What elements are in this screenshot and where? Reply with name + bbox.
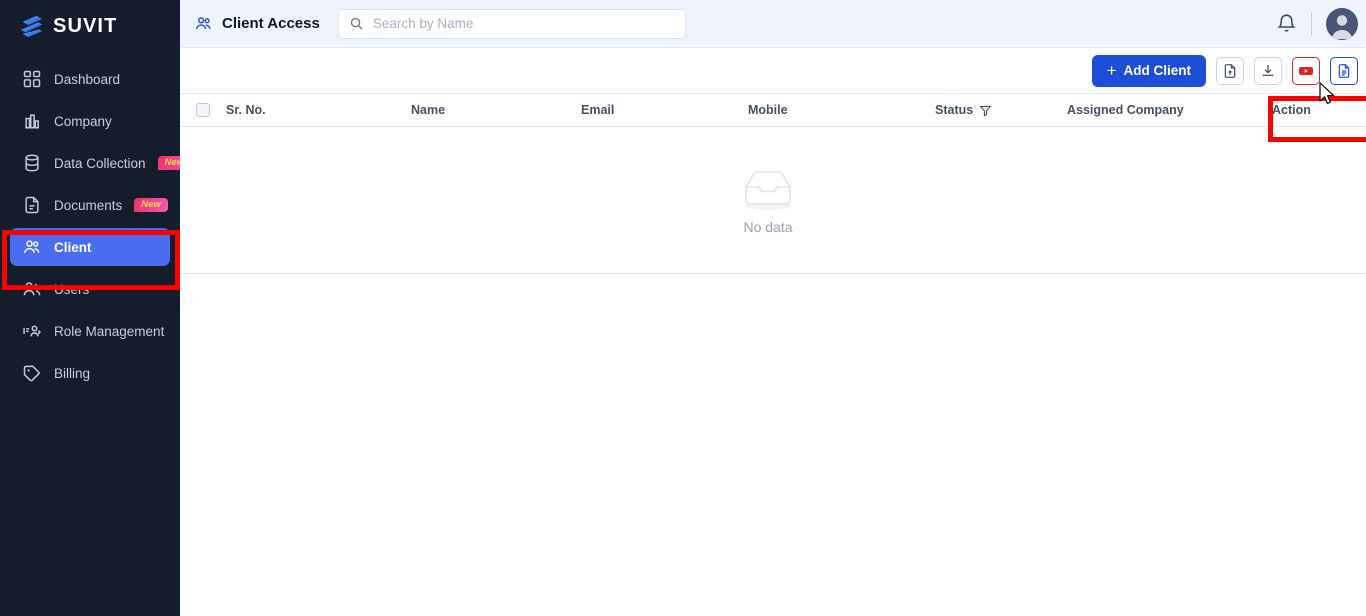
- page-title-group: Client Access: [194, 14, 320, 33]
- sidebar-item-company[interactable]: Company: [10, 102, 170, 140]
- empty-state: No data: [172, 127, 1364, 273]
- page-title: Client Access: [222, 15, 320, 32]
- sidebar-item-label: Company: [54, 113, 112, 129]
- sidebar-item-billing[interactable]: Billing: [10, 354, 170, 392]
- document-icon: [25, 196, 39, 214]
- file-upload-icon: [1224, 63, 1236, 78]
- download-icon: [1262, 64, 1274, 76]
- plus-icon: +: [1106, 60, 1117, 80]
- role-icon: [23, 325, 41, 337]
- sidebar-item-label: Billing: [54, 365, 91, 381]
- column-header-name[interactable]: Name: [411, 103, 581, 117]
- table-header-row: Sr. No. Name Email Mobile Status Assigne…: [180, 94, 1366, 127]
- table-toolbar: + Add Client: [180, 48, 1366, 142]
- avatar[interactable]: [1326, 7, 1358, 40]
- table-body: No data: [180, 127, 1366, 274]
- building-icon: [25, 114, 40, 129]
- file-upload-button[interactable]: [1216, 56, 1244, 85]
- brand[interactable]: SUVIT: [0, 0, 180, 52]
- add-client-label: Add Client: [1123, 63, 1192, 78]
- empty-inbox-icon: [745, 171, 791, 210]
- sidebar-item-role-management[interactable]: Role Management: [10, 312, 170, 350]
- search-box[interactable]: [337, 8, 686, 39]
- search-icon: [350, 17, 363, 30]
- app-root: SUVIT Dashboard Company Data Collection …: [0, 0, 1366, 616]
- top-bar: Client Access: [180, 0, 1366, 48]
- search-input[interactable]: [372, 16, 675, 31]
- column-header-sr-no[interactable]: Sr. No.: [226, 103, 411, 117]
- sidebar-item-label: Client: [54, 239, 92, 255]
- bell-icon[interactable]: [1276, 13, 1297, 34]
- sidebar-item-label: Documents: [54, 197, 123, 213]
- sidebar-item-label: Dashboard: [54, 71, 121, 87]
- database-icon: [25, 154, 39, 172]
- select-all-checkbox[interactable]: [196, 103, 210, 117]
- main-content: Client Access Search by Name + Add Clien…: [180, 0, 1366, 616]
- add-client-button[interactable]: + Add Client: [1091, 54, 1206, 87]
- sidebar-item-label: Role Management: [54, 323, 165, 339]
- sidebar: SUVIT Dashboard Company Data Collection …: [0, 0, 192, 616]
- divider: [1311, 12, 1312, 35]
- grid-icon: [23, 70, 41, 88]
- sidebar-item-client[interactable]: Client: [10, 228, 170, 266]
- top-bar-actions: [1276, 7, 1358, 40]
- select-all-cell: [180, 103, 226, 117]
- sidebar-item-data-collection[interactable]: Data Collection New: [10, 144, 192, 182]
- sidebar-item-dashboard[interactable]: Dashboard: [10, 60, 170, 98]
- column-header-action[interactable]: Action: [1272, 103, 1366, 117]
- users-icon: [23, 282, 41, 296]
- sidebar-item-users[interactable]: Users: [10, 270, 170, 308]
- sidebar-nav: Dashboard Company Data Collection New Do…: [0, 60, 192, 392]
- column-header-mobile[interactable]: Mobile: [748, 103, 935, 117]
- column-header-status[interactable]: Status: [935, 103, 1067, 117]
- brand-name: SUVIT: [53, 14, 118, 37]
- sidebar-item-label: Users: [54, 281, 90, 297]
- suvit-logo-icon: [20, 15, 43, 38]
- sidebar-badge-new: New: [134, 197, 168, 213]
- document-icon: [1338, 63, 1350, 78]
- youtube-button[interactable]: [1292, 56, 1320, 85]
- sidebar-item-documents[interactable]: Documents New: [10, 186, 170, 224]
- clients-icon: [195, 17, 211, 30]
- document-button[interactable]: [1330, 56, 1358, 85]
- tag-icon: [23, 365, 40, 382]
- column-header-assigned-company[interactable]: Assigned Company: [1067, 103, 1272, 117]
- clients-icon: [24, 240, 40, 253]
- youtube-icon: [1299, 66, 1313, 75]
- filter-icon[interactable]: [979, 104, 992, 117]
- sidebar-item-label: Data Collection: [54, 155, 146, 171]
- column-header-status-label: Status: [935, 103, 974, 117]
- column-header-email[interactable]: Email: [581, 103, 748, 117]
- empty-state-text: No data: [743, 219, 793, 235]
- download-button[interactable]: [1254, 56, 1282, 85]
